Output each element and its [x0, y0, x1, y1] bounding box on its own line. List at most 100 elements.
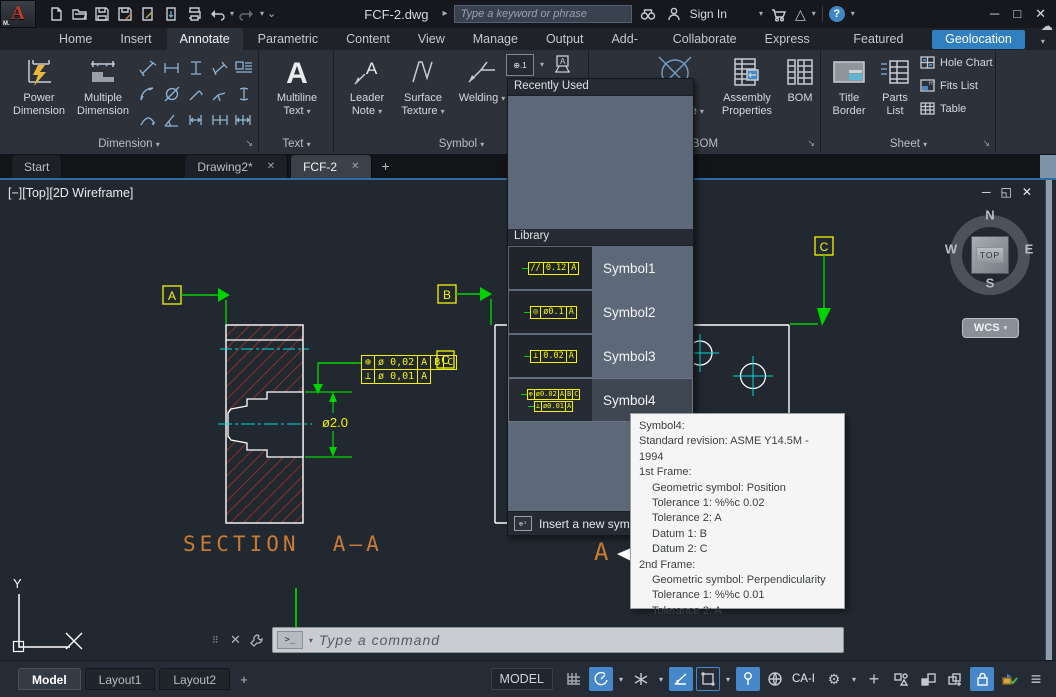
- snap-caret-icon[interactable]: ▾: [616, 675, 626, 684]
- library-item-symbol3[interactable]: ⊥0.02A Symbol3: [508, 334, 693, 378]
- wcs-control[interactable]: WCS▾: [962, 318, 1019, 338]
- search-expand-icon[interactable]: ▸: [443, 9, 448, 19]
- welding-button[interactable]: Welding ▾: [455, 54, 509, 105]
- compass-north[interactable]: N: [985, 208, 994, 223]
- viewport-minimize-control[interactable]: [−]: [8, 186, 22, 200]
- app-store-cart-icon[interactable]: [769, 4, 789, 24]
- osnap-caret-icon[interactable]: ▾: [723, 675, 733, 684]
- redo-caret-icon[interactable]: ▾: [260, 10, 264, 18]
- angle-dimension-icon[interactable]: [160, 107, 184, 133]
- library-item-symbol1[interactable]: //0.12A Symbol1: [508, 246, 693, 290]
- model-space-button[interactable]: MODEL: [491, 668, 553, 690]
- multiline-text-button[interactable]: A Multiline Text ▾: [268, 54, 326, 118]
- panel-label-dimension[interactable]: Dimension ▾: [0, 138, 258, 150]
- power-dimension-button[interactable]: Power Dimension: [8, 54, 70, 118]
- search-binoculars-icon[interactable]: [638, 4, 658, 24]
- save-icon[interactable]: [92, 4, 112, 24]
- qat-more-button[interactable]: ⌄: [267, 9, 276, 20]
- section-title[interactable]: SECTION A–A: [183, 532, 383, 556]
- aligned-dimension-icon[interactable]: [136, 55, 160, 81]
- object-snap-button[interactable]: [696, 667, 720, 691]
- tab-manage[interactable]: Manage: [460, 28, 531, 50]
- undo-button[interactable]: [207, 4, 227, 24]
- multiple-dimension-button[interactable]: Multiple Dimension: [72, 54, 134, 118]
- tab-add-ins[interactable]: Add-ins: [598, 28, 657, 50]
- feature-control-frame-button[interactable]: ⊕.1: [506, 54, 534, 76]
- baseline-dimension-icon[interactable]: [184, 107, 208, 133]
- selection-cycling-button[interactable]: [943, 667, 967, 691]
- chain-dimension-icon[interactable]: [232, 107, 256, 133]
- tab-collaborate[interactable]: Collaborate: [660, 28, 750, 50]
- hardware-acceleration-button[interactable]: [916, 667, 940, 691]
- print-icon[interactable]: [184, 4, 204, 24]
- tab-content[interactable]: Content: [333, 28, 403, 50]
- jogged-dimension-icon[interactable]: [208, 81, 232, 107]
- polar-tracking-button[interactable]: [629, 667, 653, 691]
- vertical-scrollbar[interactable]: [1045, 180, 1052, 660]
- doc-restore-button[interactable]: ◱: [1001, 185, 1012, 199]
- maximize-button[interactable]: □: [1013, 6, 1021, 22]
- doc-close-button[interactable]: ✕: [1022, 185, 1032, 199]
- help-caret-icon[interactable]: ▾: [851, 10, 855, 18]
- file-tab-drawing2[interactable]: Drawing2*✕: [185, 155, 288, 178]
- compass-east[interactable]: E: [1025, 242, 1034, 257]
- new-file-icon[interactable]: [46, 4, 66, 24]
- datum-identifier-icon[interactable]: A: [550, 53, 574, 77]
- tab-annotate[interactable]: Annotate: [167, 28, 243, 50]
- polar-caret-icon[interactable]: ▾: [656, 675, 666, 684]
- snap-mode-button[interactable]: [589, 667, 613, 691]
- tab-view[interactable]: View: [405, 28, 458, 50]
- file-tab-start[interactable]: Start: [12, 155, 62, 178]
- continued-dimension-icon[interactable]: [208, 107, 232, 133]
- surface-texture-button[interactable]: Surface Texture ▾: [395, 54, 451, 118]
- review-icon[interactable]: [138, 4, 158, 24]
- tab-output[interactable]: Output: [533, 28, 597, 50]
- application-menu-button[interactable]: A M.: [0, 0, 36, 28]
- section-arrow-label[interactable]: A: [594, 538, 608, 566]
- sign-in-button[interactable]: Sign In: [690, 7, 727, 21]
- table-button[interactable]: Table: [920, 102, 966, 116]
- dimension-panel-expand-icon[interactable]: ↘: [245, 138, 253, 149]
- parts-list-button[interactable]: Parts List: [874, 54, 916, 118]
- layout1-tab[interactable]: Layout1: [85, 668, 156, 690]
- radius-dimension-icon[interactable]: [184, 81, 208, 107]
- globe-icon[interactable]: [763, 667, 787, 691]
- rotated-dimension-icon[interactable]: [208, 55, 232, 81]
- close-tab-icon[interactable]: ✕: [351, 161, 359, 172]
- arc-length-dimension-icon[interactable]: [232, 81, 256, 107]
- isometric-drafting-button[interactable]: [669, 667, 693, 691]
- viewcube[interactable]: N S W E TOP: [940, 202, 1040, 302]
- a360-icon[interactable]: △: [795, 6, 806, 23]
- geolocation-pin-button[interactable]: [736, 667, 760, 691]
- bom-panel-expand-icon[interactable]: ↘: [807, 138, 815, 149]
- viewport-view-control[interactable]: [Top]: [22, 186, 49, 200]
- ucs-icon[interactable]: Y: [13, 576, 82, 652]
- library-item-symbol2[interactable]: ◎ø0.1A Symbol2: [508, 290, 693, 334]
- angular-dimension-icon[interactable]: [136, 81, 160, 107]
- etransmit-icon[interactable]: [161, 4, 181, 24]
- minimize-button[interactable]: ─: [990, 6, 999, 22]
- lock-ui-button[interactable]: [970, 667, 994, 691]
- linear-dimension-icon[interactable]: [160, 55, 184, 81]
- command-dock-grip[interactable]: ⠿: [212, 638, 222, 642]
- customize-wrench-icon[interactable]: [249, 633, 264, 648]
- doc-minimize-button[interactable]: ─: [982, 185, 991, 199]
- a360-caret-icon[interactable]: ▾: [812, 10, 816, 18]
- feature-control-frame-annotation[interactable]: ⊕ ø 0,02 A B C ⊥ ø 0,01 A: [362, 355, 457, 384]
- new-layout-button[interactable]: +: [234, 672, 254, 687]
- search-input[interactable]: [454, 5, 632, 23]
- tab-geolocation[interactable]: Geolocation: [932, 30, 1025, 49]
- bom-button[interactable]: BOM: [782, 54, 818, 105]
- vertical-dimension-icon[interactable]: [184, 55, 208, 81]
- compass-west[interactable]: W: [945, 242, 957, 257]
- file-tab-fcf2[interactable]: FCF-2✕: [291, 155, 372, 178]
- ordinate-dimension-icon[interactable]: [232, 55, 256, 81]
- viewport-visual-style-control[interactable]: [2D Wireframe]: [49, 186, 133, 200]
- leader-note-button[interactable]: A Leader Note ▾: [341, 54, 393, 118]
- geo-coordinate-system-label[interactable]: CA-I: [792, 673, 815, 685]
- command-prompt-icon[interactable]: >_: [277, 631, 303, 649]
- close-tab-icon[interactable]: ✕: [267, 161, 275, 172]
- grid-display-button[interactable]: [562, 667, 586, 691]
- command-dock-close-icon[interactable]: ✕: [230, 632, 241, 648]
- annotation-monitor-button[interactable]: [997, 667, 1021, 691]
